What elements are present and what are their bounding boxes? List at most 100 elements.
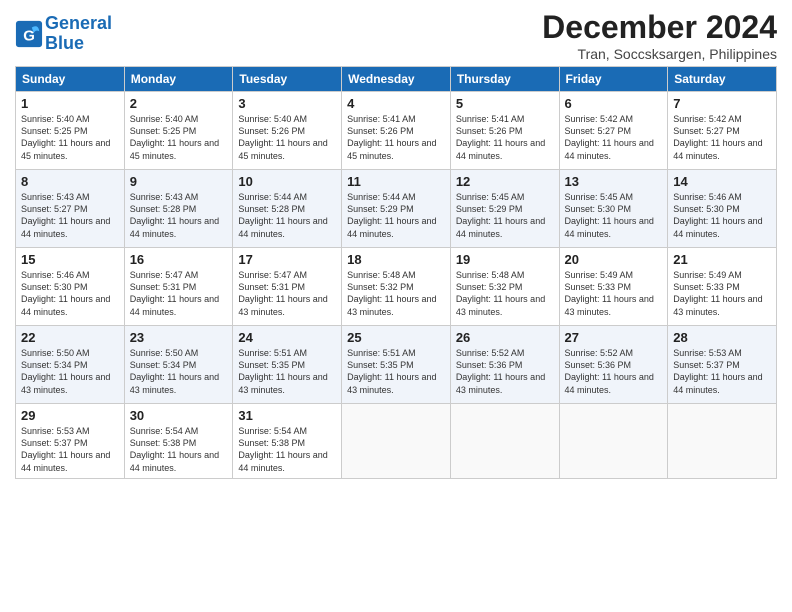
day-number: 9 bbox=[130, 174, 228, 189]
cell-info: Sunrise: 5:40 AMSunset: 5:26 PMDaylight:… bbox=[238, 114, 327, 160]
cell-info: Sunrise: 5:46 AMSunset: 5:30 PMDaylight:… bbox=[673, 192, 762, 238]
cell-info: Sunrise: 5:44 AMSunset: 5:28 PMDaylight:… bbox=[238, 192, 327, 238]
month-title: December 2024 bbox=[542, 10, 777, 45]
cell-info: Sunrise: 5:40 AMSunset: 5:25 PMDaylight:… bbox=[130, 114, 219, 160]
day-number: 17 bbox=[238, 252, 336, 267]
cell-2-1: 16 Sunrise: 5:47 AMSunset: 5:31 PMDaylig… bbox=[124, 248, 233, 326]
day-number: 30 bbox=[130, 408, 228, 423]
day-number: 6 bbox=[565, 96, 663, 111]
cell-0-3: 4 Sunrise: 5:41 AMSunset: 5:26 PMDayligh… bbox=[342, 92, 451, 170]
cell-info: Sunrise: 5:47 AMSunset: 5:31 PMDaylight:… bbox=[238, 270, 327, 316]
day-number: 11 bbox=[347, 174, 445, 189]
week-row-5: 29 Sunrise: 5:53 AMSunset: 5:37 PMDaylig… bbox=[16, 404, 777, 479]
cell-2-0: 15 Sunrise: 5:46 AMSunset: 5:30 PMDaylig… bbox=[16, 248, 125, 326]
cell-info: Sunrise: 5:42 AMSunset: 5:27 PMDaylight:… bbox=[565, 114, 654, 160]
cell-info: Sunrise: 5:42 AMSunset: 5:27 PMDaylight:… bbox=[673, 114, 762, 160]
cell-info: Sunrise: 5:50 AMSunset: 5:34 PMDaylight:… bbox=[21, 348, 110, 394]
cell-2-3: 18 Sunrise: 5:48 AMSunset: 5:32 PMDaylig… bbox=[342, 248, 451, 326]
cell-2-5: 20 Sunrise: 5:49 AMSunset: 5:33 PMDaylig… bbox=[559, 248, 668, 326]
cell-info: Sunrise: 5:49 AMSunset: 5:33 PMDaylight:… bbox=[565, 270, 654, 316]
cell-info: Sunrise: 5:51 AMSunset: 5:35 PMDaylight:… bbox=[347, 348, 436, 394]
cell-info: Sunrise: 5:48 AMSunset: 5:32 PMDaylight:… bbox=[347, 270, 436, 316]
cell-1-0: 8 Sunrise: 5:43 AMSunset: 5:27 PMDayligh… bbox=[16, 170, 125, 248]
cell-3-3: 25 Sunrise: 5:51 AMSunset: 5:35 PMDaylig… bbox=[342, 326, 451, 404]
cell-2-6: 21 Sunrise: 5:49 AMSunset: 5:33 PMDaylig… bbox=[668, 248, 777, 326]
cell-info: Sunrise: 5:52 AMSunset: 5:36 PMDaylight:… bbox=[565, 348, 654, 394]
cell-4-6 bbox=[668, 404, 777, 479]
cell-1-4: 12 Sunrise: 5:45 AMSunset: 5:29 PMDaylig… bbox=[450, 170, 559, 248]
day-number: 22 bbox=[21, 330, 119, 345]
week-row-4: 22 Sunrise: 5:50 AMSunset: 5:34 PMDaylig… bbox=[16, 326, 777, 404]
day-number: 28 bbox=[673, 330, 771, 345]
cell-1-6: 14 Sunrise: 5:46 AMSunset: 5:30 PMDaylig… bbox=[668, 170, 777, 248]
cell-3-5: 27 Sunrise: 5:52 AMSunset: 5:36 PMDaylig… bbox=[559, 326, 668, 404]
cell-info: Sunrise: 5:48 AMSunset: 5:32 PMDaylight:… bbox=[456, 270, 545, 316]
cell-3-0: 22 Sunrise: 5:50 AMSunset: 5:34 PMDaylig… bbox=[16, 326, 125, 404]
cell-0-2: 3 Sunrise: 5:40 AMSunset: 5:26 PMDayligh… bbox=[233, 92, 342, 170]
cell-info: Sunrise: 5:45 AMSunset: 5:30 PMDaylight:… bbox=[565, 192, 654, 238]
location: Tran, Soccsksargen, Philippines bbox=[542, 46, 777, 62]
day-number: 27 bbox=[565, 330, 663, 345]
cell-3-1: 23 Sunrise: 5:50 AMSunset: 5:34 PMDaylig… bbox=[124, 326, 233, 404]
logo-icon: G bbox=[15, 20, 43, 48]
cell-info: Sunrise: 5:53 AMSunset: 5:37 PMDaylight:… bbox=[21, 426, 110, 472]
day-number: 10 bbox=[238, 174, 336, 189]
day-number: 2 bbox=[130, 96, 228, 111]
day-number: 15 bbox=[21, 252, 119, 267]
cell-info: Sunrise: 5:41 AMSunset: 5:26 PMDaylight:… bbox=[347, 114, 436, 160]
cell-0-0: 1 Sunrise: 5:40 AMSunset: 5:25 PMDayligh… bbox=[16, 92, 125, 170]
day-number: 5 bbox=[456, 96, 554, 111]
cell-info: Sunrise: 5:40 AMSunset: 5:25 PMDaylight:… bbox=[21, 114, 110, 160]
col-wednesday: Wednesday bbox=[342, 67, 451, 92]
day-number: 31 bbox=[238, 408, 336, 423]
cell-info: Sunrise: 5:41 AMSunset: 5:26 PMDaylight:… bbox=[456, 114, 545, 160]
cell-1-5: 13 Sunrise: 5:45 AMSunset: 5:30 PMDaylig… bbox=[559, 170, 668, 248]
cell-1-1: 9 Sunrise: 5:43 AMSunset: 5:28 PMDayligh… bbox=[124, 170, 233, 248]
col-friday: Friday bbox=[559, 67, 668, 92]
cell-4-1: 30 Sunrise: 5:54 AMSunset: 5:38 PMDaylig… bbox=[124, 404, 233, 479]
cell-0-4: 5 Sunrise: 5:41 AMSunset: 5:26 PMDayligh… bbox=[450, 92, 559, 170]
cell-info: Sunrise: 5:49 AMSunset: 5:33 PMDaylight:… bbox=[673, 270, 762, 316]
col-saturday: Saturday bbox=[668, 67, 777, 92]
day-number: 20 bbox=[565, 252, 663, 267]
logo: G General Blue bbox=[15, 14, 112, 54]
cell-info: Sunrise: 5:51 AMSunset: 5:35 PMDaylight:… bbox=[238, 348, 327, 394]
day-number: 3 bbox=[238, 96, 336, 111]
day-number: 23 bbox=[130, 330, 228, 345]
col-tuesday: Tuesday bbox=[233, 67, 342, 92]
week-row-3: 15 Sunrise: 5:46 AMSunset: 5:30 PMDaylig… bbox=[16, 248, 777, 326]
cell-2-4: 19 Sunrise: 5:48 AMSunset: 5:32 PMDaylig… bbox=[450, 248, 559, 326]
title-block: December 2024 Tran, Soccsksargen, Philip… bbox=[542, 10, 777, 62]
cell-3-2: 24 Sunrise: 5:51 AMSunset: 5:35 PMDaylig… bbox=[233, 326, 342, 404]
day-number: 19 bbox=[456, 252, 554, 267]
cell-1-3: 11 Sunrise: 5:44 AMSunset: 5:29 PMDaylig… bbox=[342, 170, 451, 248]
cell-info: Sunrise: 5:43 AMSunset: 5:27 PMDaylight:… bbox=[21, 192, 110, 238]
day-number: 21 bbox=[673, 252, 771, 267]
day-number: 25 bbox=[347, 330, 445, 345]
logo-blue: Blue bbox=[45, 33, 84, 53]
cell-4-4 bbox=[450, 404, 559, 479]
cell-3-4: 26 Sunrise: 5:52 AMSunset: 5:36 PMDaylig… bbox=[450, 326, 559, 404]
page-container: G General Blue December 2024 Tran, Soccs… bbox=[0, 0, 792, 489]
cell-0-5: 6 Sunrise: 5:42 AMSunset: 5:27 PMDayligh… bbox=[559, 92, 668, 170]
column-headers: Sunday Monday Tuesday Wednesday Thursday… bbox=[16, 67, 777, 92]
header: G General Blue December 2024 Tran, Soccs… bbox=[15, 10, 777, 62]
day-number: 16 bbox=[130, 252, 228, 267]
day-number: 29 bbox=[21, 408, 119, 423]
cell-info: Sunrise: 5:43 AMSunset: 5:28 PMDaylight:… bbox=[130, 192, 219, 238]
day-number: 12 bbox=[456, 174, 554, 189]
day-number: 14 bbox=[673, 174, 771, 189]
day-number: 7 bbox=[673, 96, 771, 111]
col-monday: Monday bbox=[124, 67, 233, 92]
week-row-2: 8 Sunrise: 5:43 AMSunset: 5:27 PMDayligh… bbox=[16, 170, 777, 248]
cell-2-2: 17 Sunrise: 5:47 AMSunset: 5:31 PMDaylig… bbox=[233, 248, 342, 326]
col-sunday: Sunday bbox=[16, 67, 125, 92]
cell-info: Sunrise: 5:50 AMSunset: 5:34 PMDaylight:… bbox=[130, 348, 219, 394]
cell-4-0: 29 Sunrise: 5:53 AMSunset: 5:37 PMDaylig… bbox=[16, 404, 125, 479]
cell-info: Sunrise: 5:47 AMSunset: 5:31 PMDaylight:… bbox=[130, 270, 219, 316]
cell-4-2: 31 Sunrise: 5:54 AMSunset: 5:38 PMDaylig… bbox=[233, 404, 342, 479]
cell-3-6: 28 Sunrise: 5:53 AMSunset: 5:37 PMDaylig… bbox=[668, 326, 777, 404]
cell-1-2: 10 Sunrise: 5:44 AMSunset: 5:28 PMDaylig… bbox=[233, 170, 342, 248]
day-number: 18 bbox=[347, 252, 445, 267]
cell-info: Sunrise: 5:53 AMSunset: 5:37 PMDaylight:… bbox=[673, 348, 762, 394]
